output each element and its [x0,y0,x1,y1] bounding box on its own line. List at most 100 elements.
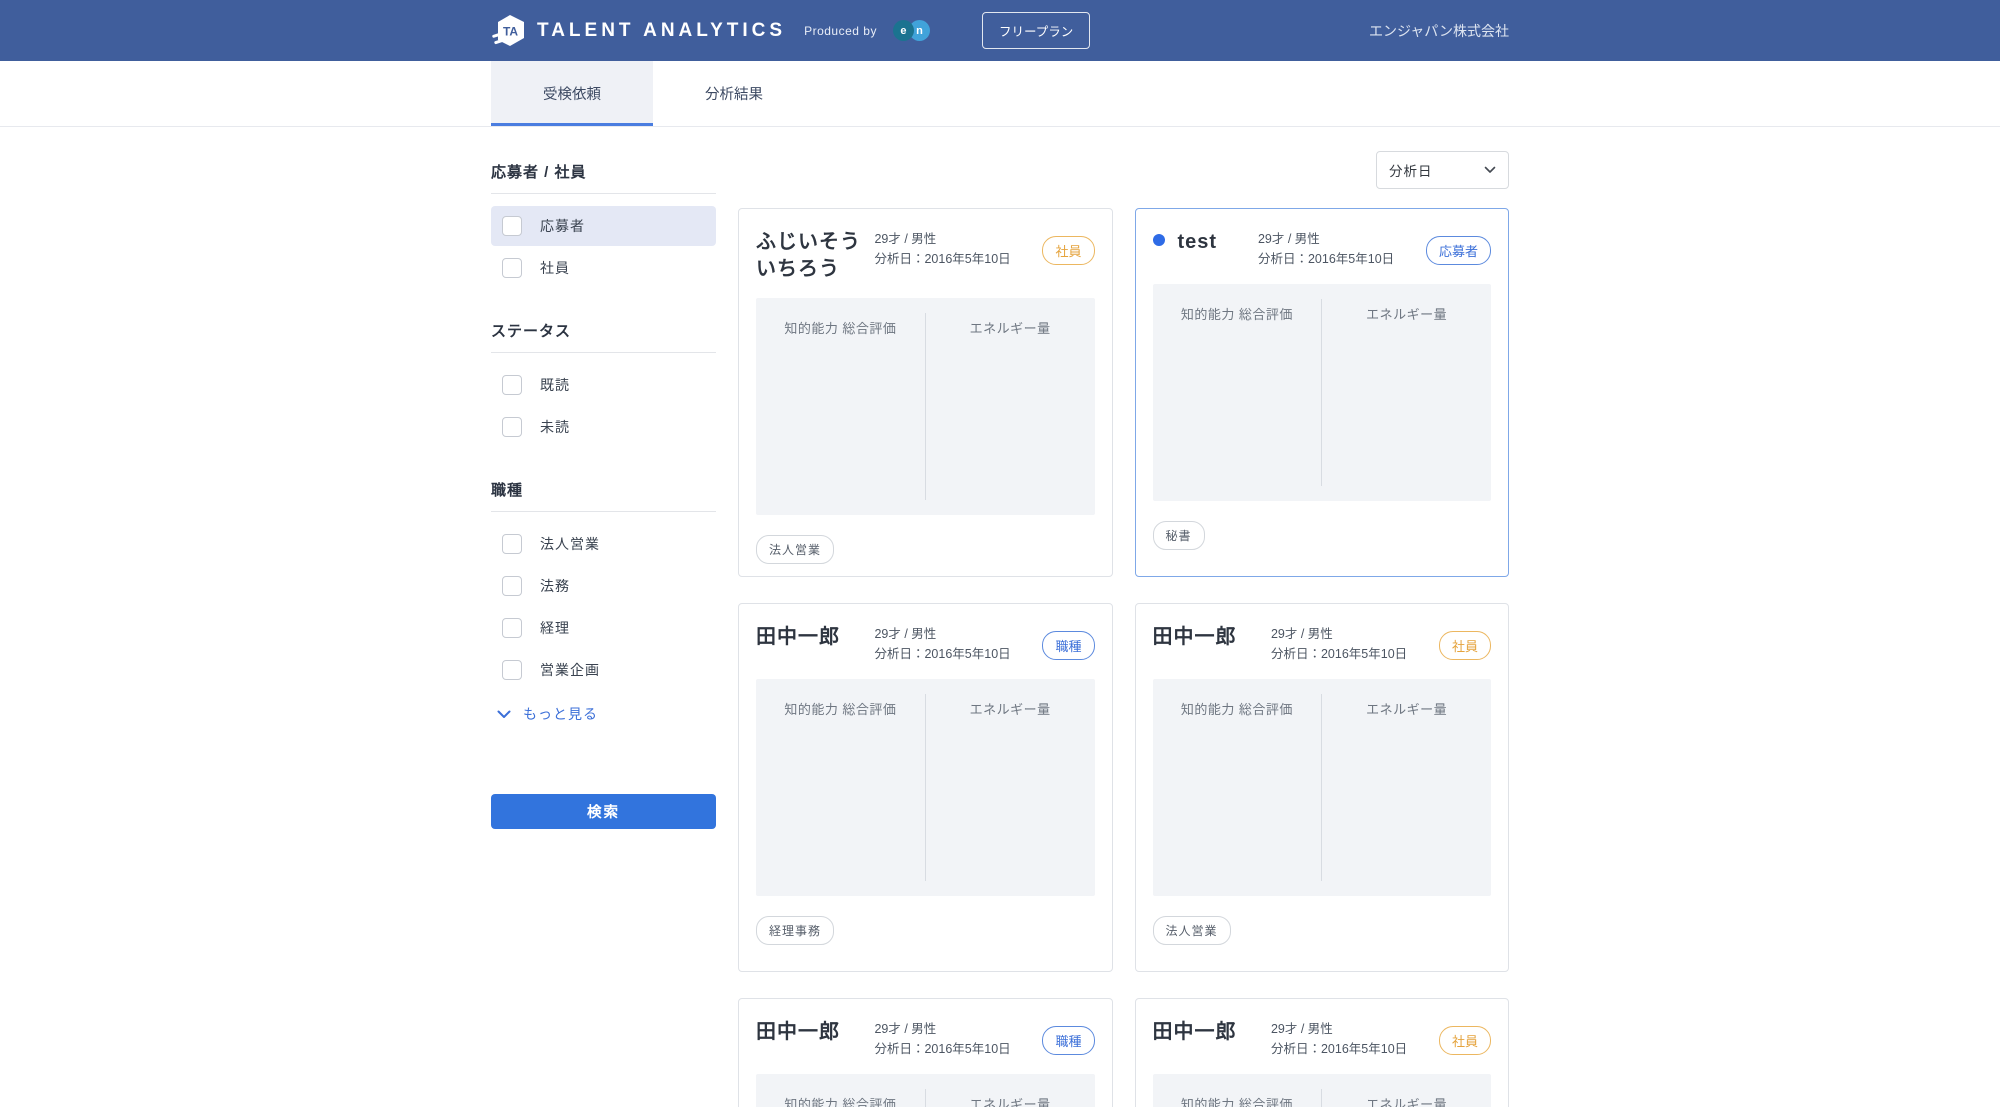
toolbar: 分析日 [738,151,1509,189]
checkbox[interactable] [502,618,522,638]
candidate-analysis-date: 分析日：2016年5年10日 [1270,647,1408,661]
checkbox[interactable] [502,576,522,596]
divider [491,193,716,194]
candidate-age-gender: 29才 / 男性 [874,232,937,246]
candidate-meta: 29才 / 男性 分析日：2016年5年10日 [1258,229,1416,269]
candidate-name: 田中一郎 [756,1021,840,1043]
candidate-name: test [1152,229,1258,256]
unread-dot [1152,234,1165,246]
filter-option-label: 法務 [540,578,570,594]
intelligence-chart-label: 知的能力 総合評価 [784,321,897,336]
show-more-label: もっと見る [523,706,598,722]
brand-title: TALENT ANALYTICS [537,19,787,41]
candidate-type-badge: 社員 [1438,631,1491,660]
checkbox[interactable] [502,216,522,236]
tab-exam-requests[interactable]: 受検依頼 [491,61,653,126]
energy-chart-label: エネルギー量 [1366,307,1448,322]
candidate-analysis-date: 分析日：2016年5年10日 [874,1042,1011,1056]
filter-option[interactable]: 社員 [491,248,716,288]
filter-option-label: 営業企画 [540,662,600,678]
job-tag: 秘書 [1152,521,1205,550]
filter-section-title: 職種 [491,482,524,499]
show-more-link[interactable]: もっと見る [497,704,716,724]
candidate-analysis-date: 分析日：2016年5年10日 [1257,252,1395,266]
filter-option-label: 社員 [540,260,570,276]
filter-option[interactable]: 営業企画 [491,650,716,690]
filter-section-title: ステータス [491,323,572,340]
checkbox[interactable] [502,258,522,278]
candidate-type-badge: 社員 [1438,1026,1491,1055]
intelligence-chart-label: 知的能力 総合評価 [784,1097,897,1107]
tab-bar: 受検依頼 分析結果 [0,61,2000,127]
intelligence-chart-label: 知的能力 総合評価 [1180,702,1293,717]
filter-option[interactable]: 法人営業 [491,524,716,564]
chart-placeholder: 知的能力 総合評価 エネルギー量 [1152,679,1491,896]
card-header: 田中一郎 29才 / 男性 分析日：2016年5年10日 職種 [756,1019,1095,1059]
energy-chart-area: エネルギー量 [926,298,1095,515]
candidate-name: 田中一郎 [1152,626,1237,648]
divider [491,511,716,512]
sort-select-value: 分析日 [1389,164,1433,179]
candidate-meta: 29才 / 男性 分析日：2016年5年10日 [1271,1019,1429,1059]
intelligence-chart-label: 知的能力 総合評価 [1180,307,1293,322]
energy-chart-label: エネルギー量 [969,321,1051,336]
filter-option-label: 応募者 [540,218,585,234]
energy-chart-area: エネルギー量 [1322,284,1491,501]
candidate-meta: 29才 / 男性 分析日：2016年5年10日 [1271,624,1429,664]
company-name: エンジャパン株式会社 [1369,22,1509,39]
candidate-card[interactable]: 田中一郎 29才 / 男性 分析日：2016年5年10日 職種 知的能力 総合評… [738,998,1113,1107]
filter-option-label: 未読 [540,419,570,435]
chart-placeholder: 知的能力 総合評価 エネルギー量 [756,679,1095,896]
chevron-down-icon [1484,166,1496,173]
filter-option[interactable]: 未読 [491,407,716,447]
checkbox[interactable] [502,375,522,395]
chart-placeholder: 知的能力 総合評価 エネルギー量 [756,1074,1095,1107]
search-button[interactable]: 検索 [491,794,716,829]
candidate-type-badge: 社員 [1042,236,1095,265]
checkbox[interactable] [502,660,522,680]
checkbox[interactable] [502,534,522,554]
chart-placeholder: 知的能力 総合評価 エネルギー量 [1152,1074,1491,1107]
filter-option-label: 既読 [540,377,570,393]
card-header: 田中一郎 29才 / 男性 分析日：2016年5年10日 社員 [1153,1019,1491,1059]
filter-section-title: 応募者 / 社員 [491,164,587,181]
candidate-card[interactable]: test 29才 / 男性 分析日：2016年5年10日 応募者 知的能力 総合… [1134,208,1509,577]
job-tag: 法人営業 [1152,916,1231,945]
candidate-card[interactable]: 田中一郎 29才 / 男性 分析日：2016年5年10日 社員 知的能力 総合評… [1134,998,1509,1107]
candidate-card[interactable]: ふじいそういちろう 29才 / 男性 分析日：2016年5年10日 社員 知的能… [738,208,1113,577]
filter-option[interactable]: 応募者 [491,206,716,246]
filter-option[interactable]: 法務 [491,566,716,606]
energy-chart-label: エネルギー量 [969,702,1051,717]
results-area: 分析日 ふじいそういちろう 29才 / 男性 分析日：2016年5年10日 社員… [738,127,1509,1107]
tag-list: 秘書 [1152,521,1492,550]
candidate-card[interactable]: 田中一郎 29才 / 男性 分析日：2016年5年10日 職種 知的能力 総合評… [738,603,1113,972]
checkbox[interactable] [502,417,522,437]
energy-chart-label: エネルギー量 [1366,702,1448,717]
filter-option[interactable]: 経理 [491,608,716,648]
intelligence-chart-area: 知的能力 総合評価 [1153,284,1322,501]
card-header: test 29才 / 男性 分析日：2016年5年10日 応募者 [1152,229,1491,269]
tag-list: 法人営業 [1152,916,1492,945]
sort-select[interactable]: 分析日 [1376,151,1509,189]
candidate-card[interactable]: 田中一郎 29才 / 男性 分析日：2016年5年10日 社員 知的能力 総合評… [1134,603,1509,972]
intelligence-chart-label: 知的能力 総合評価 [1180,1097,1293,1107]
candidate-type-badge: 応募者 [1425,236,1491,265]
en-logo-icon: e n [892,20,930,41]
free-plan-button[interactable]: フリープラン [981,12,1091,49]
svg-text:TA: TA [503,24,518,38]
energy-chart-area: エネルギー量 [926,1074,1095,1107]
candidate-card-grid: ふじいそういちろう 29才 / 男性 分析日：2016年5年10日 社員 知的能… [738,208,1509,1107]
divider [491,352,716,353]
chart-placeholder: 知的能力 総合評価 エネルギー量 [1152,284,1491,501]
chart-placeholder: 知的能力 総合評価 エネルギー量 [756,298,1095,515]
filter-option-label: 法人営業 [540,536,600,552]
candidate-age-gender: 29才 / 男性 [1257,232,1320,246]
energy-chart-area: エネルギー量 [1322,1074,1491,1107]
talent-analytics-logo-icon: TA [491,13,527,49]
tag-list: 法人営業 [756,535,1095,564]
filter-option[interactable]: 既読 [491,365,716,405]
filter-section: ステータス 既読 未読 [491,320,716,447]
candidate-age-gender: 29才 / 男性 [1270,627,1333,641]
intelligence-chart-area: 知的能力 総合評価 [1153,679,1322,896]
tab-analysis-results[interactable]: 分析結果 [653,61,815,126]
